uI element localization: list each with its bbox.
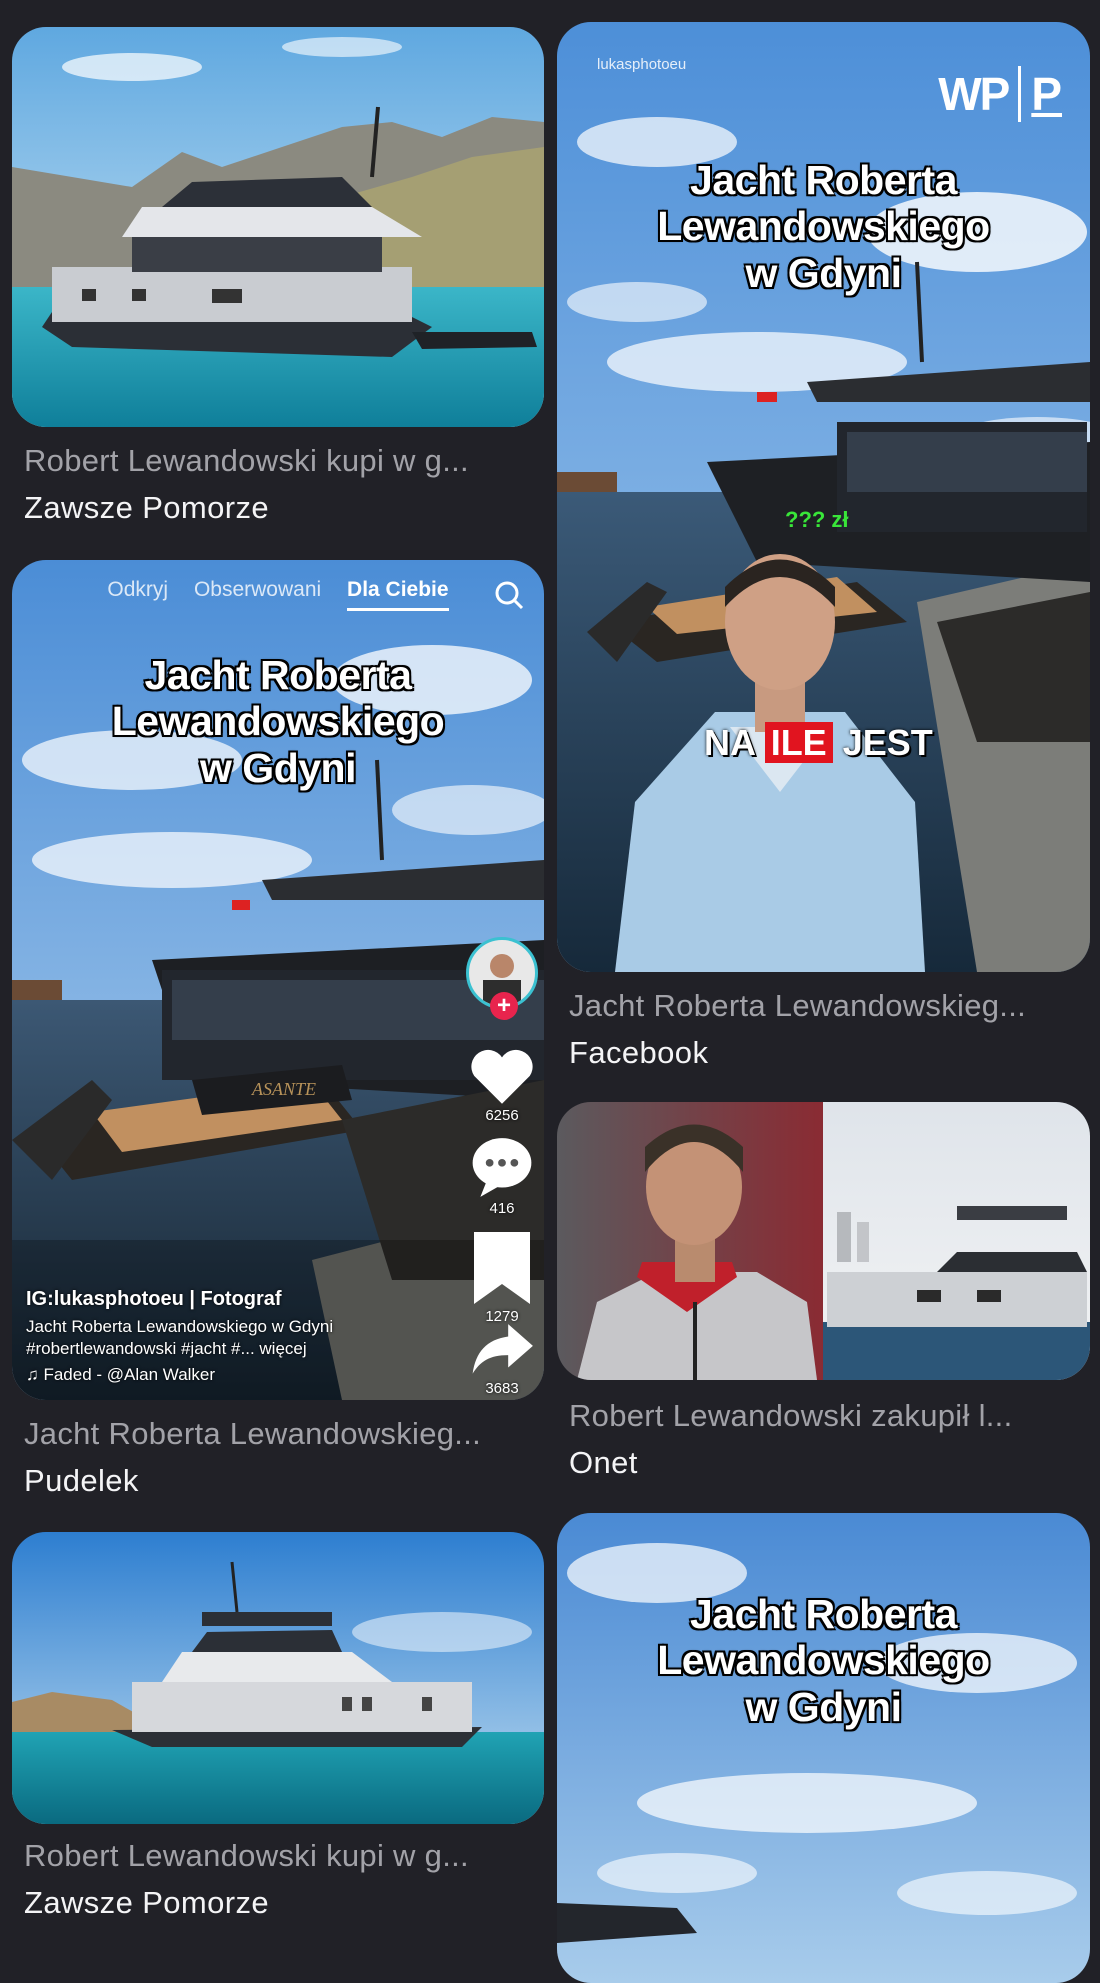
- video-hashtags[interactable]: #robertlewandowski #jacht #... więcej: [26, 1338, 416, 1360]
- boat-name: ASANTE: [251, 1079, 316, 1099]
- thumbnail-image[interactable]: [557, 1102, 1090, 1380]
- price-label: ??? zł: [785, 507, 849, 532]
- result-card[interactable]: Robert Lewandowski kupi w g... Zawsze Po…: [12, 1532, 544, 1932]
- result-card[interactable]: ASANTE Odkryj Obserwowani Dla Ciebie Jac…: [12, 560, 544, 1510]
- overlay-title: Jacht Roberta Lewandowskiego w Gdyni: [111, 652, 445, 791]
- result-card[interactable]: Robert Lewandowski kupi w g... Zawsze Po…: [12, 27, 544, 547]
- overlay-title: Jacht Roberta Lewandowskiego w Gdyni: [657, 1591, 990, 1730]
- result-card[interactable]: Robert Lewandowski zakupił l... Onet: [557, 1102, 1090, 1492]
- result-source: Pudelek: [24, 1463, 139, 1498]
- wp-logo: WP P: [938, 66, 1062, 122]
- like-action[interactable]: 6256: [468, 1045, 536, 1124]
- overlay-title: Jacht Roberta Lewandowskiego w Gdyni: [657, 157, 990, 296]
- bookmark-icon: [474, 1232, 530, 1304]
- account-name[interactable]: IG:lukasphotoeu | Fotograf: [26, 1286, 416, 1312]
- result-title[interactable]: Robert Lewandowski kupi w g...: [24, 1838, 534, 1874]
- music-label[interactable]: ♫ Faded - @Alan Walker: [26, 1364, 416, 1386]
- share-action[interactable]: 3683: [468, 1318, 536, 1397]
- share-icon: [472, 1324, 533, 1374]
- result-card[interactable]: Jacht Roberta Lewandowskiego w Gdyni: [557, 1513, 1090, 1983]
- feed-tabs: Odkryj Obserwowani Dla Ciebie: [12, 578, 544, 611]
- video-description: Jacht Roberta Lewandowskiego w Gdyni: [26, 1316, 334, 1336]
- video-caption: IG:lukasphotoeu | Fotograf Jacht Roberta…: [26, 1286, 416, 1386]
- thumbnail-image[interactable]: [12, 1532, 544, 1824]
- result-title[interactable]: Robert Lewandowski kupi w g...: [24, 443, 534, 479]
- tab-following[interactable]: Obserwowani: [194, 578, 321, 602]
- thumbnail-image[interactable]: [12, 27, 544, 427]
- tab-for-you[interactable]: Dla Ciebie: [347, 578, 449, 611]
- result-title[interactable]: Jacht Roberta Lewandowskieg...: [569, 988, 1080, 1024]
- watermark: lukasphotoeu: [597, 56, 687, 73]
- result-card[interactable]: lukasphotoeu WP P Jacht Roberta Lewandow…: [557, 22, 1090, 1072]
- thumbnail-image[interactable]: Jacht Roberta Lewandowskiego w Gdyni: [557, 1513, 1090, 1983]
- comment-icon: [472, 1138, 532, 1197]
- result-source: Onet: [569, 1445, 638, 1480]
- banner: NA ILE JEST: [704, 722, 933, 763]
- result-title[interactable]: Robert Lewandowski zakupił l...: [569, 1398, 1080, 1434]
- heart-icon: [471, 1049, 533, 1104]
- search-icon[interactable]: [494, 580, 524, 610]
- thumbnail-image[interactable]: lukasphotoeu WP P Jacht Roberta Lewandow…: [557, 22, 1090, 972]
- tab-discover[interactable]: Odkryj: [107, 578, 168, 602]
- bookmark-action[interactable]: 1279: [468, 1228, 536, 1325]
- comment-action[interactable]: 416: [468, 1135, 536, 1217]
- result-source: Facebook: [569, 1035, 709, 1070]
- result-source: Zawsze Pomorze: [24, 1885, 270, 1920]
- plus-icon[interactable]: +: [490, 992, 518, 1020]
- thumbnail-image[interactable]: ASANTE Odkryj Obserwowani Dla Ciebie Jac…: [12, 560, 544, 1400]
- result-title[interactable]: Jacht Roberta Lewandowskieg...: [24, 1416, 534, 1452]
- result-source: Zawsze Pomorze: [24, 490, 270, 525]
